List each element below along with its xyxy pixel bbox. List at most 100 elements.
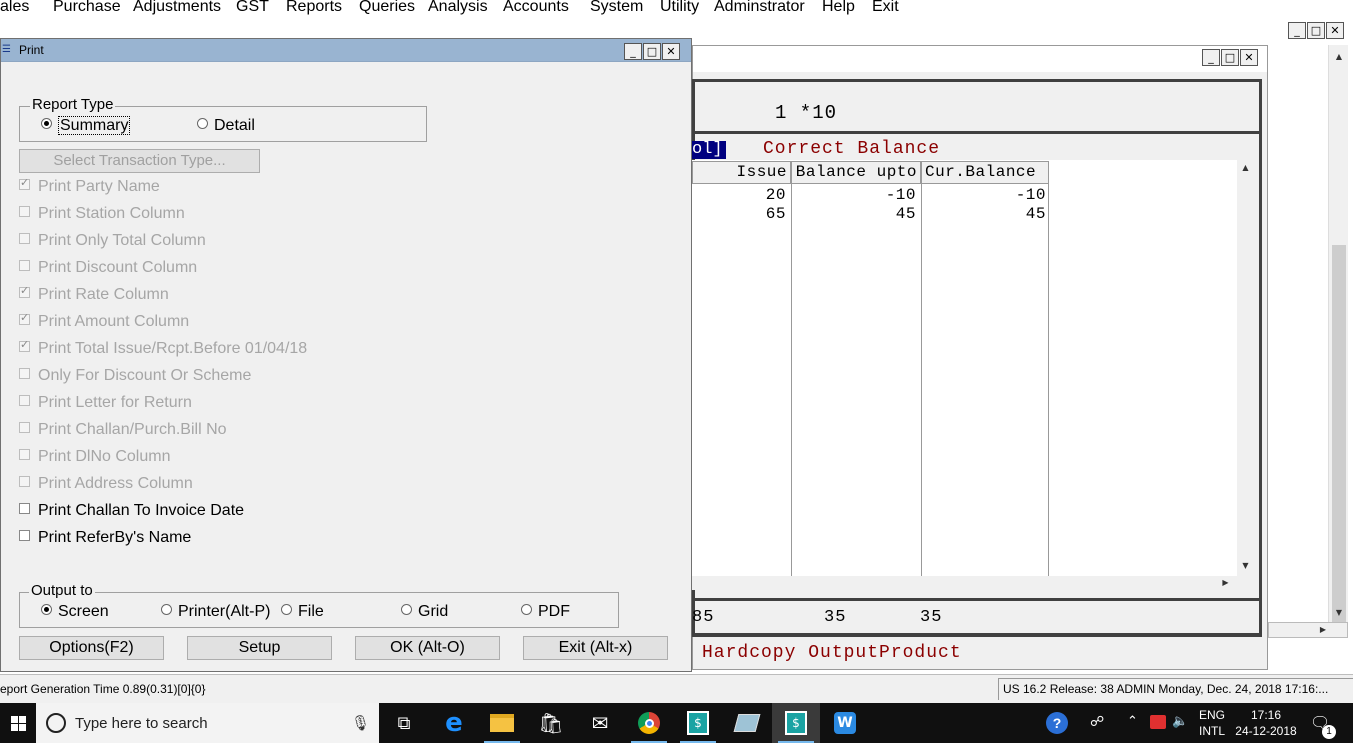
print-dialog-titlebar[interactable]: ☰ Print _ □ ✕ xyxy=(1,39,691,62)
report-maximize-button[interactable]: □ xyxy=(1221,49,1239,66)
menu-help[interactable]: Help xyxy=(822,0,855,16)
column-header-issue[interactable]: Issue xyxy=(692,161,791,184)
menu-sales[interactable]: ales xyxy=(0,0,29,16)
checkbox-print-dlno-column[interactable]: Print DlNo Column xyxy=(19,448,170,466)
dialog-close-button[interactable]: ✕ xyxy=(662,43,680,60)
menu-queries[interactable]: Queries xyxy=(359,0,415,16)
microphone-icon[interactable]: 🎙 xyxy=(351,714,370,732)
language-indicator[interactable]: ENG INTL xyxy=(1199,708,1225,738)
menu-adjustments[interactable]: Adjustments xyxy=(133,0,221,16)
column-header-balance-upto[interactable]: Balance upto xyxy=(791,161,921,184)
store-icon[interactable]: 🛍 xyxy=(527,703,575,743)
scroll-right-icon[interactable]: ▶ xyxy=(1217,575,1234,591)
radio-pdf[interactable]: PDF xyxy=(521,603,570,621)
mdi-close-button[interactable]: ✕ xyxy=(1326,22,1344,39)
checkbox-label: Print Amount Column xyxy=(38,313,190,330)
windows-logo-icon xyxy=(10,715,26,731)
select-transaction-type-button[interactable]: Select Transaction Type... xyxy=(19,149,260,173)
radio-printer[interactable]: Printer(Alt-P) xyxy=(161,603,270,621)
menu-gst[interactable]: GST xyxy=(236,0,269,16)
mail-icon[interactable]: ✉ xyxy=(576,703,624,743)
ok-button[interactable]: OK (Alt-O) xyxy=(355,636,500,660)
scroll-right-icon[interactable]: ▶ xyxy=(1313,622,1333,638)
grid-line xyxy=(921,184,922,576)
volume-muted-icon[interactable]: 🔈 xyxy=(1172,714,1188,729)
radio-unselected-icon xyxy=(521,604,532,615)
checkbox-print-rate-column[interactable]: Print Rate Column xyxy=(19,284,169,304)
mdi-maximize-button[interactable]: □ xyxy=(1307,22,1325,39)
mdi-minimize-button[interactable]: _ xyxy=(1288,22,1306,39)
checkbox-print-challan-purch-bill-no[interactable]: Print Challan/Purch.Bill No xyxy=(19,421,227,439)
chrome-icon[interactable] xyxy=(625,703,673,743)
grid-vertical-scrollbar[interactable]: ▲ ▼ xyxy=(1237,160,1254,576)
menu-utility[interactable]: Utility xyxy=(660,0,699,16)
menu-reports[interactable]: Reports xyxy=(286,0,342,16)
people-icon[interactable]: ☍ xyxy=(1090,714,1104,730)
dialog-minimize-button[interactable]: _ xyxy=(624,43,642,60)
menu-analysis[interactable]: Analysis xyxy=(428,0,488,16)
checkbox-print-station-column[interactable]: Print Station Column xyxy=(19,205,185,223)
start-button[interactable] xyxy=(0,703,36,743)
radio-grid[interactable]: Grid xyxy=(401,603,448,621)
scrollbar-thumb[interactable] xyxy=(1332,245,1346,625)
checkbox-label: Only For Discount Or Scheme xyxy=(38,367,252,384)
report-close-button[interactable]: ✕ xyxy=(1240,49,1258,66)
menu-system[interactable]: System xyxy=(590,0,643,16)
radio-summary[interactable]: Summary xyxy=(41,116,131,135)
window-menu-icon[interactable]: ☰ xyxy=(2,45,12,55)
search-input[interactable]: Type here to search xyxy=(75,715,208,732)
dialog-maximize-button[interactable]: □ xyxy=(643,43,661,60)
checkbox-label: Print DlNo Column xyxy=(38,448,171,465)
menu-exit[interactable]: Exit xyxy=(872,0,899,16)
checkbox-print-discount-column[interactable]: Print Discount Column xyxy=(19,259,197,277)
column-header-cur-balance[interactable]: Cur.Balance xyxy=(921,161,1049,184)
report-separator xyxy=(692,598,1260,601)
report-title: Correct Balance xyxy=(763,139,941,159)
scroll-up-icon[interactable]: ▲ xyxy=(1237,160,1254,176)
record-icon[interactable] xyxy=(1150,715,1166,729)
file-explorer-icon[interactable] xyxy=(478,703,526,743)
scroll-down-icon[interactable]: ▼ xyxy=(1329,605,1349,621)
menu-accounts[interactable]: Accounts xyxy=(503,0,569,16)
menu-purchase[interactable]: Purchase xyxy=(53,0,121,16)
radio-unselected-icon xyxy=(197,118,208,129)
mdi-vertical-scrollbar[interactable]: ▲ ▼ xyxy=(1328,45,1348,625)
checkbox-print-referby-name[interactable]: Print ReferBy's Name xyxy=(19,529,191,547)
notes-app-icon[interactable] xyxy=(723,703,771,743)
checkbox-icon xyxy=(19,206,30,217)
wps-office-icon[interactable]: W xyxy=(821,703,869,743)
report-minimize-button[interactable]: _ xyxy=(1202,49,1220,66)
show-hidden-icons-icon[interactable]: ⌃ xyxy=(1127,714,1138,729)
options-button[interactable]: Options(F2) xyxy=(19,636,164,660)
taskbar-search[interactable]: Type here to search 🎙 xyxy=(36,703,379,743)
marg-app-icon[interactable]: $ xyxy=(674,703,722,743)
menu-adminstrator[interactable]: Adminstrator xyxy=(714,0,805,16)
total-cur-balance: 35 xyxy=(920,608,943,627)
radio-unselected-icon xyxy=(281,604,292,615)
help-icon[interactable]: ? xyxy=(1046,712,1068,734)
exit-button[interactable]: Exit (Alt-x) xyxy=(523,636,668,660)
radio-screen[interactable]: Screen xyxy=(41,603,109,621)
grid-horizontal-scrollbar[interactable]: ▶ xyxy=(692,576,1237,590)
checkbox-only-discount-or-scheme[interactable]: Only For Discount Or Scheme xyxy=(19,367,251,385)
checkbox-print-party-name[interactable]: Print Party Name xyxy=(19,176,160,196)
checkbox-checked-icon xyxy=(19,338,30,352)
radio-file-label: File xyxy=(298,603,324,620)
edge-browser-icon[interactable]: e xyxy=(430,703,478,743)
checkbox-print-address-column[interactable]: Print Address Column xyxy=(19,475,193,493)
radio-detail[interactable]: Detail xyxy=(197,117,255,135)
marg-app-icon-active[interactable]: $ xyxy=(772,703,820,743)
radio-file[interactable]: File xyxy=(281,603,324,621)
setup-button[interactable]: Setup xyxy=(187,636,332,660)
task-view-icon[interactable]: ⧉ xyxy=(380,703,428,743)
clock[interactable]: 17:16 24-12-2018 xyxy=(1232,708,1300,738)
checkbox-print-letter-for-return[interactable]: Print Letter for Return xyxy=(19,394,192,412)
scroll-up-icon[interactable]: ▲ xyxy=(1329,49,1349,65)
checkbox-print-only-total-column[interactable]: Print Only Total Column xyxy=(19,232,206,250)
mdi-horizontal-scrollbar[interactable]: ▶ xyxy=(1268,622,1348,638)
checkbox-print-total-issue-before[interactable]: Print Total Issue/Rcpt.Before 01/04/18 xyxy=(19,338,307,358)
checkbox-print-challan-to-invoice-date[interactable]: Print Challan To Invoice Date xyxy=(19,502,244,520)
scroll-down-icon[interactable]: ▼ xyxy=(1237,558,1254,574)
radio-detail-label: Detail xyxy=(214,117,255,134)
checkbox-print-amount-column[interactable]: Print Amount Column xyxy=(19,311,190,331)
